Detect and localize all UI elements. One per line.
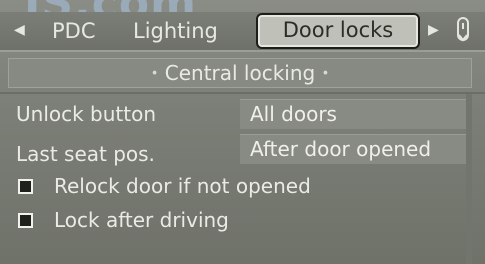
section-header: • Central locking • <box>8 58 472 88</box>
relock-door-checkbox[interactable] <box>18 179 33 194</box>
tab-pdc[interactable]: PDC <box>52 18 96 44</box>
lock-after-driving-label: Lock after driving <box>54 208 229 232</box>
tab-bar: ◀ PDC Lighting Door locks ▶ <box>0 12 485 52</box>
header-dot-left: • <box>150 66 159 82</box>
setting-value-last-seat-pos[interactable]: After door opened <box>240 134 466 164</box>
idrive-screen: JS.com ◀ PDC Lighting Door locks ▶ • Cen… <box>0 0 485 264</box>
tab-door-locks[interactable]: Door locks <box>256 13 420 49</box>
scroll-knob-icon <box>457 17 469 42</box>
section-title: Central locking <box>164 61 316 85</box>
scrollbar-track[interactable] <box>466 94 472 264</box>
setting-label-last-seat-pos: Last seat pos. <box>16 142 155 166</box>
lock-after-driving-checkbox[interactable] <box>18 213 33 228</box>
tab-right-arrow-icon[interactable]: ▶ <box>428 22 439 38</box>
relock-door-label: Relock door if not opened <box>54 174 311 198</box>
setting-value-unlock-button[interactable]: All doors <box>240 99 466 129</box>
header-dot-right: • <box>321 66 330 82</box>
tab-lighting[interactable]: Lighting <box>133 18 218 44</box>
divider <box>0 92 485 94</box>
tab-left-arrow-icon[interactable]: ◀ <box>14 22 25 38</box>
setting-label-unlock-button: Unlock button <box>16 102 157 126</box>
